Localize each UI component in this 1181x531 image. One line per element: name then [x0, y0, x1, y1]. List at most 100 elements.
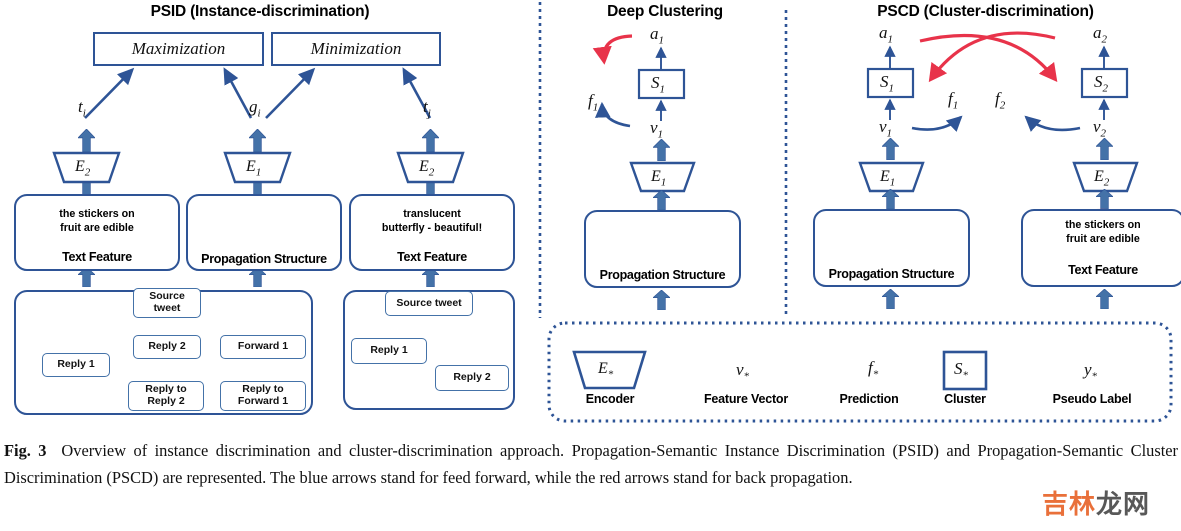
tweet-node-text: Reply 1 [370, 344, 408, 357]
psid-feature-label-right: Text Feature [397, 250, 467, 264]
tweet-node-reply-to-forward1: Reply to Forward 1 [220, 381, 306, 411]
label-sub: 2 [1101, 33, 1108, 46]
bubble-line: fruit are edible [1066, 232, 1140, 245]
tweet-node-text: Source tweet [149, 290, 185, 314]
label-sub: 1 [887, 33, 894, 46]
label-sym: a [650, 24, 659, 43]
encoder-label-e2-left: E2 [75, 156, 90, 178]
deep-clustering-panel-title: Deep Clustering [607, 3, 723, 20]
vector-sym: g [249, 97, 258, 116]
encoder-sub: 1 [660, 176, 667, 189]
tweet-node-reply2-r: Reply 2 [435, 365, 509, 391]
cluster-sub: 1 [659, 83, 666, 96]
tweet-node-source-r: Source tweet [385, 291, 473, 316]
legend-label-feature-vector: Feature Vector [703, 392, 789, 406]
legend-glyph-feature-vector: v* [736, 360, 749, 382]
tweet-node-forward1: Forward 1 [220, 335, 306, 359]
figure-number: Fig. 3 [4, 441, 47, 460]
dc-feature-label: Propagation Structure [599, 268, 726, 282]
vector-sub: j [427, 107, 431, 120]
tweet-node-source: Source tweet [133, 288, 201, 318]
tweet-node-reply1: Reply 1 [42, 353, 110, 377]
vector-sub: 2 [1100, 127, 1107, 140]
legend-sub: * [872, 368, 879, 381]
figure-3: PSID (Instance-discrimination) Maximizat… [0, 0, 1181, 531]
vector-sym: v [879, 117, 887, 136]
psid-panel-title: PSID (Instance-discrimination) [150, 3, 370, 20]
encoder-sub: 2 [428, 166, 435, 179]
legend-sym: v [736, 360, 744, 379]
legend-sub: * [1091, 370, 1098, 383]
pscd-cluster-s1: S1 [880, 72, 894, 94]
encoder-sym: E [419, 158, 429, 175]
vector-sub: i [257, 107, 261, 120]
pscd-panel-title: PSCD (Cluster-discrimination) [877, 3, 1094, 20]
tweet-node-text: Forward 1 [237, 340, 289, 353]
pscd-prediction-f1: f1 [948, 89, 958, 111]
cluster-sub: 1 [888, 82, 895, 95]
legend-label-prediction: Prediction [839, 392, 899, 406]
legend-glyph-prediction: f* [868, 358, 878, 380]
encoder-sub: 1 [889, 176, 896, 189]
encoder-sub: 2 [84, 166, 91, 179]
maximization-box: Maximization [93, 32, 264, 66]
legend-sym: E [598, 360, 608, 377]
pscd-feature-vector-v2: v2 [1093, 117, 1106, 139]
pscd-feature-vector-v1: v1 [879, 117, 892, 139]
vector-sym: v [650, 118, 658, 137]
encoder-sym: E [651, 168, 661, 185]
minimization-box: Minimization [271, 32, 441, 66]
encoder-label-e2-right: E2 [419, 156, 434, 178]
tweet-node-text: Source tweet [396, 296, 462, 309]
legend-glyph-encoder: E* [598, 358, 613, 380]
pscd-encoder-e1: E1 [880, 166, 895, 188]
pscd-cluster-s2: S2 [1094, 72, 1108, 94]
vector-label-gi: gi [249, 97, 261, 119]
psid-feature-label-left: Text Feature [62, 250, 132, 264]
psid-feature-label-mid: Propagation Structure [201, 252, 327, 266]
legend-glyph-cluster: S* [954, 359, 968, 381]
label-sym: a [879, 23, 888, 42]
pscd-encoder-e2: E2 [1094, 166, 1109, 188]
encoder-sym: E [75, 158, 85, 175]
tweet-node-reply-to-reply2: Reply to Reply 2 [128, 381, 204, 411]
legend-sub: * [743, 370, 750, 383]
bubble-line: the stickers on [59, 208, 135, 220]
encoder-sym: E [1094, 168, 1104, 185]
prediction-f1: f1 [588, 91, 598, 113]
cluster-sym: S [651, 73, 660, 92]
pseudo-label-a1: a1 [650, 24, 664, 46]
legend-label-pseudo-label: Pseudo Label [1052, 392, 1132, 406]
label-sym: a [1093, 23, 1102, 42]
tweet-node-text: Reply 1 [57, 358, 95, 371]
pscd-bubble-text: the stickers on fruit are edible [1021, 219, 1181, 246]
bubble-line: fruit are edible [60, 221, 134, 234]
legend-sym: S [954, 359, 963, 378]
vector-sub: 1 [657, 128, 664, 141]
vector-sub: i [82, 107, 86, 120]
prediction-sub: 1 [952, 99, 959, 112]
vector-label-tj: tj [423, 97, 431, 119]
label-sub: 1 [658, 34, 665, 47]
encoder-sub: 2 [1103, 176, 1110, 189]
bubble-line: the stickers on [1065, 219, 1141, 231]
pscd-feature-label-left: Propagation Structure [828, 267, 955, 281]
bubble-line: translucent [403, 208, 461, 220]
watermark: 吉林龙网 [1042, 484, 1150, 521]
cluster-s1: S1 [651, 73, 665, 95]
encoder-sub: 1 [255, 166, 262, 179]
encoder-sym: E [246, 158, 256, 175]
figure-caption-text: Overview of instance discrimination and … [4, 441, 1178, 487]
tweet-node-reply2: Reply 2 [133, 335, 201, 359]
bubble-line: butterfly - beautiful! [381, 221, 483, 234]
tweet-node-text: Reply 2 [453, 371, 491, 384]
prediction-sub: 1 [592, 101, 599, 114]
encoder-sym: E [880, 168, 890, 185]
watermark-gray: 龙网 [1096, 490, 1151, 520]
psid-bubble-text-right: translucent butterfly - beautiful! [349, 208, 515, 235]
legend-sub: * [962, 369, 969, 382]
cluster-sym: S [1094, 72, 1103, 91]
encoder-label-e1-mid: E1 [246, 156, 261, 178]
tweet-node-text: Reply to Reply 2 [145, 383, 187, 407]
legend-sub: * [607, 368, 614, 381]
